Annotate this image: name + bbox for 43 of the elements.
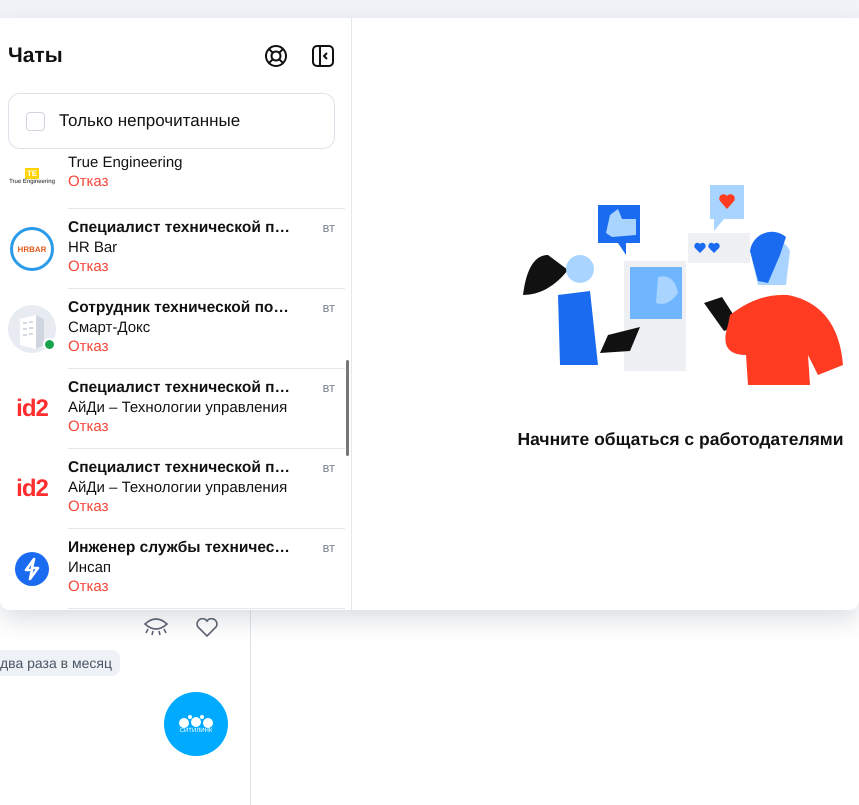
- vacancy-title: Специалист технической п…: [68, 219, 290, 237]
- application-status: Отказ: [68, 258, 110, 275]
- company-name: Смарт-Докс: [68, 319, 152, 336]
- chat-date: вт: [322, 380, 336, 395]
- vacancy-title: Сотрудник технической по…: [68, 299, 289, 317]
- chat-date: вт: [322, 220, 336, 235]
- company-name: АйДи – Технологии управления: [68, 479, 288, 496]
- scrollbar[interactable]: [346, 360, 350, 456]
- vacancy-title: Специалист технической п…: [68, 379, 290, 397]
- company-logo: id2: [16, 477, 48, 501]
- eye-closed-icon[interactable]: [143, 618, 169, 638]
- lightning-icon: [15, 552, 49, 586]
- panel-title: Чаты: [8, 44, 64, 68]
- filter-label: Только непрочитанные: [59, 111, 240, 131]
- company-logo: id2: [16, 397, 48, 421]
- application-status: Отказ: [68, 418, 110, 435]
- collapse-panel-icon[interactable]: [311, 44, 335, 68]
- company-logo: HRBAR: [10, 227, 54, 271]
- chat-date: вт: [322, 300, 336, 315]
- lifebuoy-icon[interactable]: [264, 44, 288, 68]
- vacancy-title: Инженер службы техничес…: [68, 539, 290, 557]
- unread-filter[interactable]: Только непрочитанные: [8, 93, 335, 149]
- chat-item[interactable]: id2 Специалист технической п… вт АйДи – Технологии управления Отказ: [0, 369, 346, 449]
- chat-date: вт: [322, 540, 336, 555]
- company-name: Инсап: [68, 559, 112, 576]
- chat-item[interactable]: id2 Специалист технической п… вт АйДи – Технологии управления Отказ: [0, 449, 346, 529]
- empty-state-message: Начните общаться с работодателями: [518, 429, 844, 450]
- vacancy-title: Специалист технической п…: [68, 459, 290, 477]
- checkbox[interactable]: [26, 112, 45, 130]
- heart-icon[interactable]: [195, 618, 219, 638]
- schedule-tag: два раза в месяц: [0, 650, 120, 676]
- application-status: Отказ: [68, 498, 110, 515]
- building-icon: [8, 305, 56, 353]
- company-name: True Engineering: [68, 154, 184, 171]
- chat-item[interactable]: Сотрудник технической по… вт Смарт-Докс Отказ: [0, 289, 346, 369]
- application-status: Отказ: [68, 578, 110, 595]
- chat-item[interactable]: HRBAR Специалист технической п… вт HR Bar Отказ: [0, 209, 346, 289]
- application-status: Отказ: [68, 173, 110, 190]
- company-name: HR Bar: [68, 239, 118, 256]
- application-status: Отказ: [68, 338, 110, 355]
- chat-date: вт: [322, 460, 336, 475]
- company-name: АйДи – Технологии управления: [68, 399, 288, 416]
- chat-item[interactable]: Инженер службы техничес… вт Инсап Отказ: [0, 529, 346, 609]
